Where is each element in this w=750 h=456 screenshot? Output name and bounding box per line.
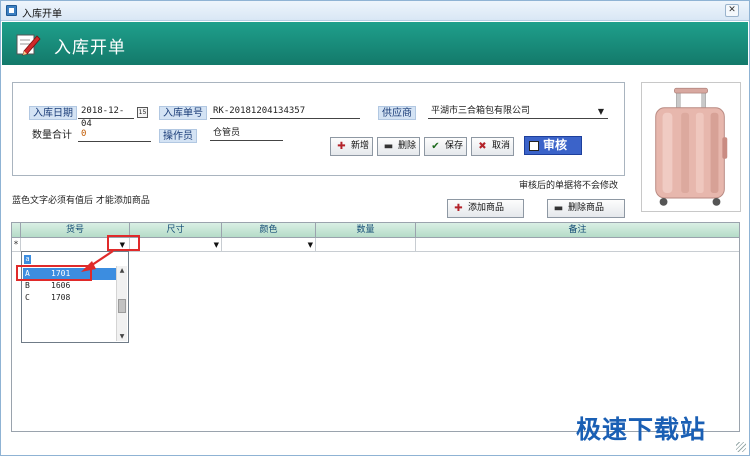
supplier-select[interactable]: 平湖市三合箱包有限公司 [428, 105, 608, 119]
audit-checkbox[interactable]: 审核 [524, 136, 582, 155]
order-no-field[interactable]: RK-20181204134357 [210, 105, 360, 119]
watermark-text: 极速下载站 [576, 415, 707, 444]
operator-field[interactable]: 仓管员 [210, 127, 283, 141]
dropdown-item[interactable]: C 1708 [23, 292, 117, 304]
dropdown-item-key: B [25, 281, 30, 290]
size-cell[interactable]: ▼ [130, 238, 222, 252]
dropdown-item-value: 1606 [51, 281, 71, 290]
color-cell[interactable]: ▼ [222, 238, 316, 252]
remark-cell[interactable] [416, 238, 739, 252]
app-window: 入库开单 ✕ 入库开单 入库日期 2018-12-04 15 入库单号 RK-2… [0, 0, 750, 456]
add-item-button[interactable]: ✚ 添加商品 [447, 199, 524, 218]
new-row-indicator: * [12, 238, 21, 252]
chevron-down-icon[interactable]: ▼ [308, 239, 313, 251]
title-bar: 入库开单 ✕ [1, 1, 749, 21]
dropdown-item-value: 1708 [51, 293, 71, 302]
dropdown-scrollbar[interactable]: ▲ ▼ [116, 266, 127, 341]
delete-button[interactable]: ▬ 删除 [377, 137, 420, 156]
chevron-down-icon[interactable]: ▼ [594, 106, 608, 118]
new-button[interactable]: ✚ 新增 [330, 137, 373, 156]
save-button-label: 保存 [445, 141, 464, 151]
cancel-button-label: 取消 [492, 141, 511, 151]
save-button[interactable]: ✔ 保存 [424, 137, 467, 156]
plus-icon: ✚ [454, 203, 463, 214]
minus-icon: ▬ [553, 203, 564, 214]
remove-item-button[interactable]: ▬ 删除商品 [547, 199, 625, 218]
column-header-qty[interactable]: 数量 [316, 223, 416, 238]
audit-label: 审核 [543, 138, 568, 152]
total-qty-label: 数量合计 [32, 130, 72, 141]
chevron-down-icon[interactable]: ▼ [214, 239, 219, 251]
new-button-label: 新增 [351, 141, 370, 151]
header-banner: 入库开单 [2, 22, 748, 65]
plus-icon: ✚ [337, 141, 346, 152]
product-image [641, 82, 741, 212]
app-icon [6, 5, 17, 16]
pencil-document-icon [16, 34, 41, 56]
highlight-box-arrow [107, 235, 140, 251]
calendar-icon[interactable]: 15 [137, 107, 148, 118]
supplier-label: 供应商 [378, 106, 416, 120]
dropdown-search-text: a [24, 255, 31, 264]
order-no-label: 入库单号 [159, 106, 207, 120]
grid-header-corner [12, 223, 21, 238]
close-button[interactable]: ✕ [725, 4, 739, 17]
add-item-button-label: 添加商品 [468, 203, 505, 213]
date-label: 入库日期 [29, 106, 77, 120]
checkbox-icon [529, 141, 539, 151]
column-header-size[interactable]: 尺寸 [130, 223, 222, 238]
column-header-color[interactable]: 颜色 [222, 223, 316, 238]
scroll-up-icon[interactable]: ▲ [117, 266, 127, 275]
cancel-button[interactable]: ✖ 取消 [471, 137, 514, 156]
page-title: 入库开单 [54, 38, 126, 58]
resize-grip-icon[interactable] [736, 442, 746, 452]
operator-label: 操作员 [159, 129, 197, 143]
qty-cell[interactable] [316, 238, 416, 252]
column-header-remark[interactable]: 备注 [416, 223, 739, 238]
dropdown-item-key: C [25, 293, 30, 302]
blue-text-note: 蓝色文字必须有值后 才能添加商品 [12, 196, 150, 206]
highlight-box-item [16, 265, 92, 281]
date-field[interactable]: 2018-12-04 [78, 105, 134, 129]
delete-button-label: 删除 [398, 141, 417, 151]
scroll-thumb[interactable] [118, 299, 126, 313]
minus-icon: ▬ [383, 141, 394, 152]
window-title: 入库开单 [22, 9, 62, 20]
dropdown-item[interactable]: B 1606 [23, 280, 117, 292]
total-qty-value: 0 [78, 128, 151, 142]
remove-item-button-label: 删除商品 [568, 203, 605, 213]
scroll-down-icon[interactable]: ▼ [117, 332, 127, 341]
check-icon: ✔ [431, 141, 440, 152]
audit-note: 审核后的单据将不会修改 [519, 181, 619, 191]
cross-icon: ✖ [478, 141, 487, 152]
dropdown-search-input[interactable]: a [24, 254, 114, 265]
